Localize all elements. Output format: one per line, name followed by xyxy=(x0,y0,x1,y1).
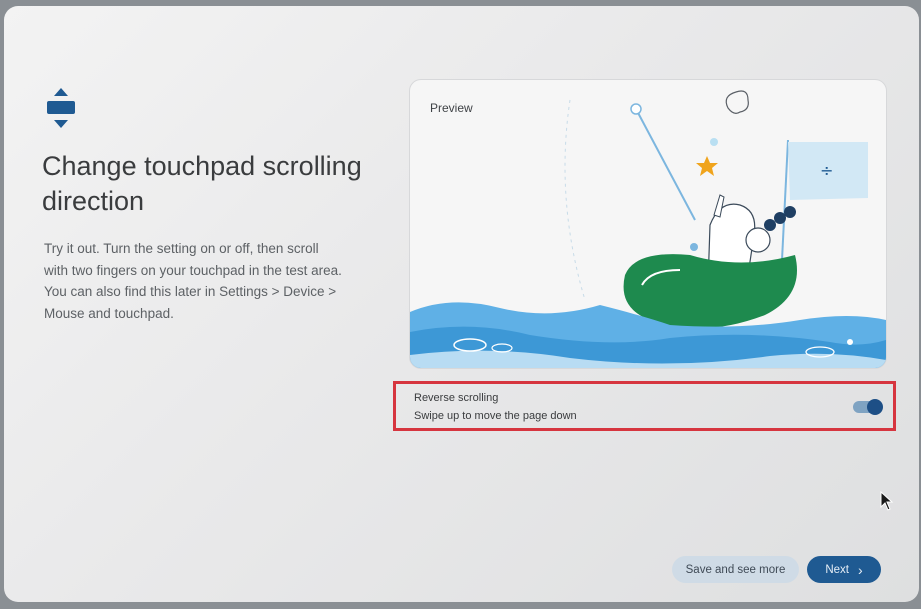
save-and-see-more-button[interactable]: Save and see more xyxy=(672,556,799,583)
scroll-direction-icon xyxy=(47,88,75,128)
page-description: Try it out. Turn the setting on or off, … xyxy=(44,241,342,321)
toggle-knob xyxy=(867,399,883,415)
reverse-scrolling-toggle[interactable] xyxy=(853,399,883,415)
page-title: Change touchpad scrolling direction xyxy=(42,151,362,216)
setting-subtitle: Swipe up to move the page down xyxy=(414,410,577,422)
setting-title: Reverse scrolling xyxy=(414,392,499,404)
preview-area[interactable]: Preview ÷ xyxy=(409,79,887,369)
reverse-scrolling-setting: Reverse scrolling Swipe up to move the p… xyxy=(393,381,896,431)
fishing-illustration: ÷ xyxy=(410,90,886,368)
mouse-pointer-icon xyxy=(880,491,894,511)
next-button[interactable]: Next › xyxy=(807,556,881,583)
chevron-right-icon: › xyxy=(857,561,863,578)
preview-label: Preview xyxy=(430,101,473,115)
svg-text:÷: ÷ xyxy=(820,161,833,180)
next-button-label: Next xyxy=(825,563,849,576)
setup-screen: Change touchpad scrolling direction Try … xyxy=(4,6,919,602)
